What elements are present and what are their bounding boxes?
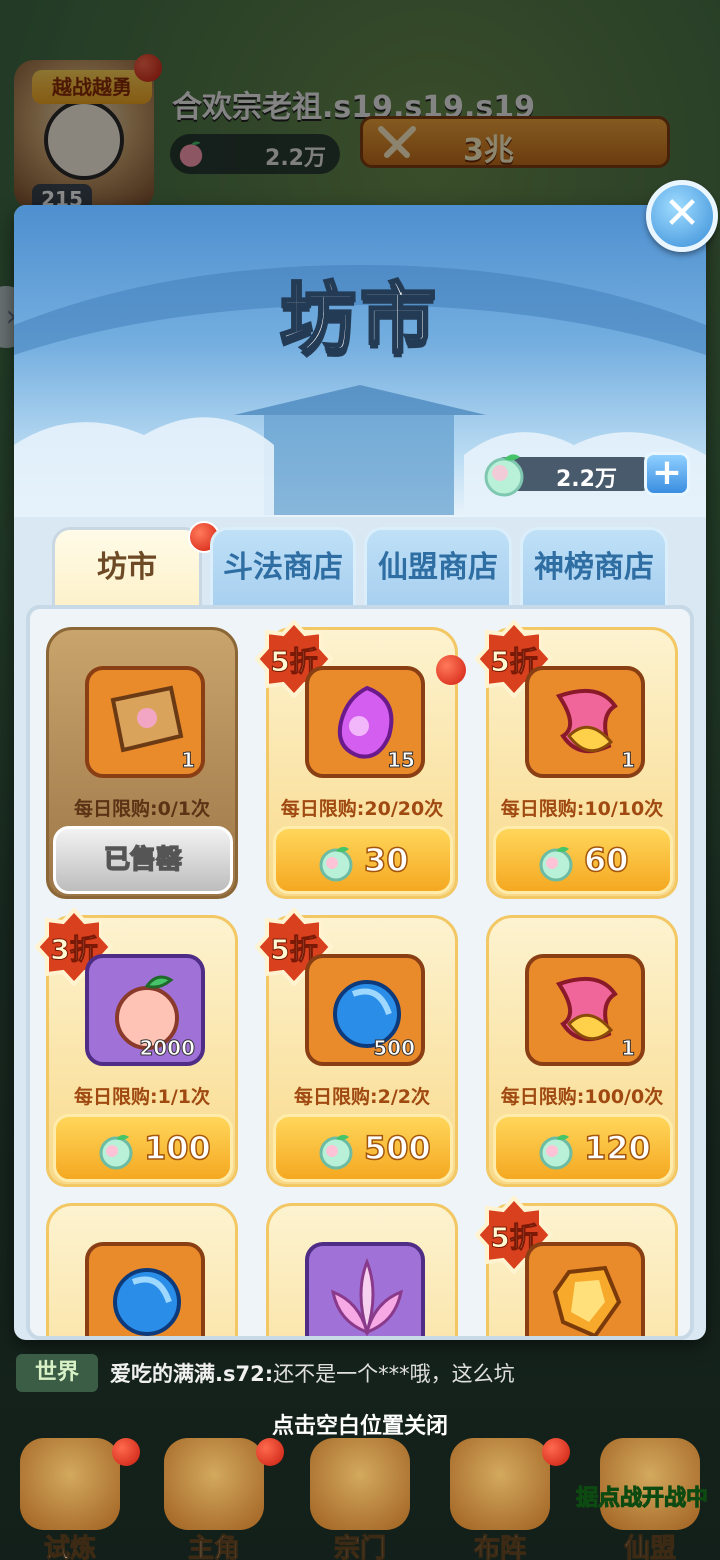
shop-item-card[interactable]: 3折 2000 每日限购:1/1次 100	[35, 908, 238, 1187]
item-icon-frame	[525, 1242, 645, 1336]
add-currency-button[interactable]: +	[644, 452, 690, 496]
item-purchase-limit: 每日限购:10/10次	[500, 798, 664, 820]
nav-notification-dot	[112, 1438, 140, 1466]
nav-label: 布阵	[473, 1534, 526, 1560]
item-price: 500	[363, 1128, 431, 1168]
stronghold-war-notice: 据点战开战中	[575, 1486, 709, 1512]
tab-alliance-shop[interactable]: 仙盟商店	[364, 527, 512, 609]
chat-sender: 爱吃的满满.s72:	[110, 1362, 274, 1386]
item-price: 100	[143, 1128, 211, 1168]
peach-gem-icon	[484, 454, 524, 497]
shop-item-card[interactable]	[46, 1203, 238, 1336]
peach-gem-icon	[99, 1134, 133, 1170]
formation-icon	[450, 1438, 550, 1530]
item-grid: 1 每日限购:0/1次 已售罄 5折 15 每日限购:20/20次 30 5折 …	[26, 605, 694, 1340]
item-purchase-limit: 每日限购:0/1次	[74, 798, 210, 820]
tab-ranking-shop[interactable]: 神榜商店	[520, 527, 668, 609]
nav-trial[interactable]: 试炼	[0, 1438, 140, 1560]
item-notification-dot	[436, 655, 466, 685]
item-price: 120	[583, 1128, 651, 1168]
item-icon-frame	[305, 1242, 425, 1336]
currency-value: 2.2万	[556, 467, 617, 492]
peach-gem-icon	[319, 1134, 353, 1170]
buy-button[interactable]: 30	[273, 826, 453, 894]
world-chat[interactable]: 世界 爱吃的满满.s72:还不是一个***哦，这么坑	[16, 1352, 706, 1396]
item-icon-frame: 1	[85, 666, 205, 778]
gold-crystal-icon	[552, 1265, 622, 1336]
nav-formation[interactable]: 布阵	[430, 1438, 570, 1560]
shop-item-card[interactable]: 1 每日限购:100/0次 120	[486, 915, 678, 1187]
buy-button[interactable]: 60	[493, 826, 673, 894]
item-icon-frame: 500	[305, 954, 425, 1066]
shop-item-card[interactable]: 5折 500 每日限购:2/2次 500	[255, 908, 458, 1187]
shop-item-card[interactable]: 5折 1 每日限购:10/10次 60	[475, 620, 678, 899]
buy-button[interactable]: 100	[53, 1114, 233, 1182]
item-quantity: 1	[621, 1036, 636, 1061]
close-modal-button[interactable]: ✕	[646, 180, 718, 252]
shop-item-card[interactable]: 1 每日限购:0/1次 已售罄	[46, 627, 238, 899]
tab-duel-shop[interactable]: 斗法商店	[210, 527, 356, 609]
nav-label: 宗门	[333, 1534, 386, 1560]
item-icon-frame: 15	[305, 666, 425, 778]
item-quantity: 1	[181, 748, 196, 773]
item-purchase-limit: 每日限购:1/1次	[74, 1086, 210, 1108]
chat-channel-tag: 世界	[16, 1354, 98, 1392]
item-quantity: 2000	[139, 1036, 196, 1061]
item-icon-frame: 1	[525, 954, 645, 1066]
lotus-icon	[330, 1257, 404, 1336]
peach-gem-icon	[539, 1134, 573, 1170]
sold-out-button: 已售罄	[53, 826, 233, 894]
nav-hero[interactable]: 主角	[144, 1438, 284, 1560]
item-quantity: 1	[621, 748, 636, 773]
item-purchase-limit: 每日限购:20/20次	[280, 798, 444, 820]
tab-market[interactable]: 坊市	[52, 527, 202, 609]
blue-orb-icon	[113, 1268, 181, 1336]
market-modal: 坊市 2.2万 + 坊市 斗法商店 仙盟商店 神榜商店 1 每日限购:0/1次 …	[14, 205, 706, 1340]
shop-tabs: 坊市 斗法商店 仙盟商店 神榜商店	[52, 521, 682, 609]
item-purchase-limit: 每日限购:2/2次	[294, 1086, 430, 1108]
item-price: 60	[583, 840, 629, 880]
item-icon-frame: 2000	[85, 954, 205, 1066]
item-icon-frame	[85, 1242, 205, 1336]
nav-label: 试炼	[43, 1534, 96, 1560]
nav-label: 仙盟	[623, 1534, 676, 1560]
nav-notification-dot	[542, 1438, 570, 1466]
peach-gem-icon	[319, 846, 353, 882]
currency-display: 2.2万 +	[478, 451, 694, 497]
buy-button[interactable]: 500	[273, 1114, 453, 1182]
modal-banner: 坊市 2.2万 +	[14, 205, 706, 517]
peach-gem-icon	[539, 846, 573, 882]
shop-item-card[interactable]	[266, 1203, 458, 1336]
item-quantity: 500	[373, 1036, 416, 1061]
item-icon-frame: 1	[525, 666, 645, 778]
trial-icon	[20, 1438, 120, 1530]
shop-item-card[interactable]: 5折 15 每日限购:20/20次 30	[255, 620, 458, 899]
shop-item-card[interactable]: 5折	[475, 1196, 678, 1336]
sect-icon	[310, 1438, 410, 1530]
chat-text: 还不是一个***哦，这么坑	[273, 1362, 515, 1386]
nav-notification-dot	[256, 1438, 284, 1466]
modal-title: 坊市	[279, 273, 440, 365]
hero-icon	[164, 1438, 264, 1530]
buy-button[interactable]: 120	[493, 1114, 673, 1182]
nav-label: 主角	[187, 1534, 240, 1560]
item-purchase-limit: 每日限购:100/0次	[500, 1086, 664, 1108]
item-price: 30	[363, 840, 409, 880]
nav-sect[interactable]: 宗门	[290, 1438, 430, 1560]
item-quantity: 15	[387, 748, 416, 773]
chat-message: 爱吃的满满.s72:还不是一个***哦，这么坑	[110, 1358, 515, 1388]
